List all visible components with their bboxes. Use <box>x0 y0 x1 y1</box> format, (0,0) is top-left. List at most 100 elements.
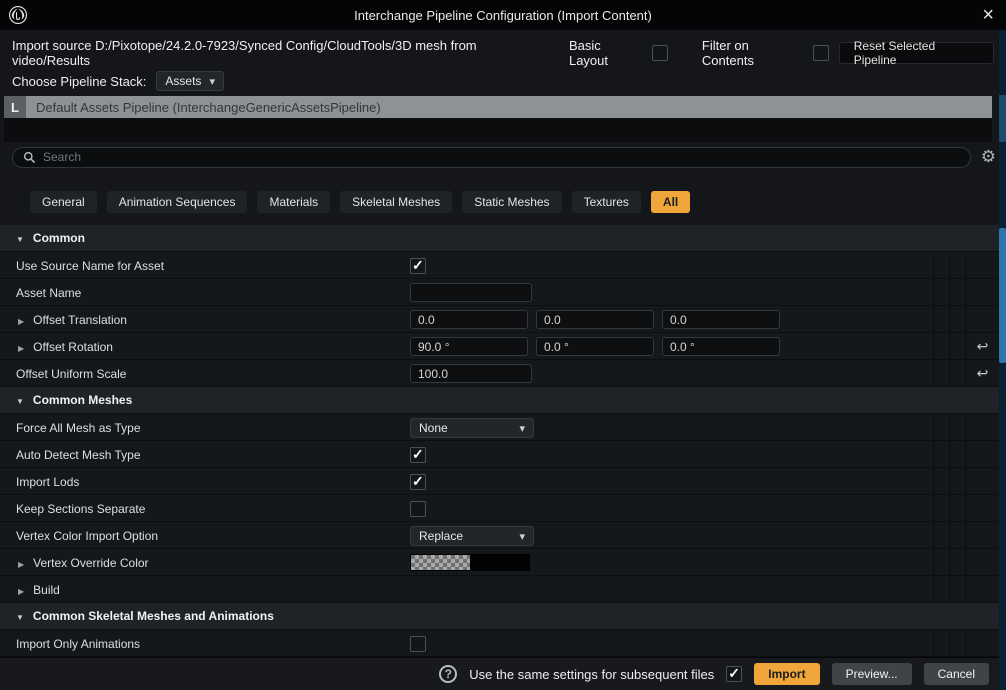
grid-divider <box>965 522 999 549</box>
property-label: Asset Name <box>0 286 398 300</box>
basic-layout-checkbox[interactable] <box>652 45 668 61</box>
vertex-color-import-dropdown[interactable]: Replace <box>410 526 534 546</box>
grid-divider <box>949 252 965 279</box>
grid-divider <box>965 279 999 306</box>
expand-caret-icon[interactable] <box>18 556 24 570</box>
offset-uniform-scale-input[interactable] <box>410 364 532 383</box>
pipeline-stack-dropdown[interactable]: Assets <box>156 71 224 91</box>
expand-caret-icon[interactable] <box>18 313 24 327</box>
close-icon[interactable]: × <box>982 2 994 28</box>
grid-divider <box>933 630 949 657</box>
property-label-text: Keep Sections Separate <box>16 502 145 516</box>
search-input[interactable] <box>43 150 960 164</box>
tab-materials[interactable]: Materials <box>257 191 330 213</box>
keep-sections-separate-checkbox[interactable] <box>410 501 426 517</box>
grid-divider <box>933 414 949 441</box>
force-all-mesh-dropdown[interactable]: None <box>410 418 534 438</box>
scrollbar[interactable] <box>999 30 1006 690</box>
footer-bar: Use the same settings for subsequent fil… <box>0 657 999 690</box>
help-icon[interactable] <box>439 665 457 683</box>
grid-divider <box>949 522 965 549</box>
section-header-common[interactable]: Common <box>0 225 999 252</box>
settings-gear-icon[interactable] <box>981 147 996 167</box>
property-label: Auto Detect Mesh Type <box>0 448 398 462</box>
grid-divider <box>965 495 999 522</box>
row-import-lods: Import Lods <box>0 468 999 495</box>
grid-divider <box>949 549 965 576</box>
grid-divider <box>933 522 949 549</box>
grid-divider <box>949 468 965 495</box>
import-lods-checkbox[interactable] <box>410 474 426 490</box>
offset-rotation-x-input[interactable] <box>410 337 528 356</box>
import-source-row: Import source D:/Pixotope/24.2.0-7923/Sy… <box>12 40 994 66</box>
property-label-text: Force All Mesh as Type <box>16 421 141 435</box>
offset-rotation-z-input[interactable] <box>662 337 780 356</box>
grid-divider <box>949 576 965 603</box>
reset-to-default-button[interactable] <box>965 333 999 360</box>
offset-translation-y-input[interactable] <box>536 310 654 329</box>
expand-caret-icon[interactable] <box>18 340 24 354</box>
property-label-text: Auto Detect Mesh Type <box>16 448 141 462</box>
category-tabs: General Animation Sequences Materials Sk… <box>30 191 690 213</box>
row-import-only-animations: Import Only Animations <box>0 630 999 657</box>
pipeline-item-label: Default Assets Pipeline (InterchangeGene… <box>36 100 381 115</box>
vertex-override-color-swatch[interactable] <box>410 554 530 571</box>
import-button[interactable]: Import <box>754 663 819 685</box>
property-label: Force All Mesh as Type <box>0 421 398 435</box>
reset-selected-pipeline-button[interactable]: Reset Selected Pipeline <box>839 42 994 64</box>
section-header-common-meshes[interactable]: Common Meshes <box>0 387 999 414</box>
import-only-animations-checkbox[interactable] <box>410 636 426 652</box>
chevron-down-icon <box>519 421 525 435</box>
grid-divider <box>933 495 949 522</box>
grid-divider <box>949 279 965 306</box>
row-keep-sections-separate: Keep Sections Separate <box>0 495 999 522</box>
filter-on-contents-checkbox[interactable] <box>813 45 829 61</box>
property-label-text: Vertex Color Import Option <box>16 529 158 543</box>
tab-static-meshes[interactable]: Static Meshes <box>462 191 561 213</box>
subsequent-files-checkbox[interactable] <box>726 666 742 682</box>
section-header-common-skeletal[interactable]: Common Skeletal Meshes and Animations <box>0 603 999 630</box>
grid-divider <box>949 495 965 522</box>
grid-divider <box>949 306 965 333</box>
property-label: Import Only Animations <box>0 637 398 651</box>
preview-button[interactable]: Preview... <box>832 663 912 685</box>
cancel-button[interactable]: Cancel <box>924 663 989 685</box>
expand-caret-icon[interactable] <box>18 583 24 597</box>
offset-translation-x-input[interactable] <box>410 310 528 329</box>
reset-to-default-button[interactable] <box>965 360 999 387</box>
grid-divider <box>965 306 999 333</box>
property-label: Keep Sections Separate <box>0 502 398 516</box>
grid-divider <box>933 252 949 279</box>
tab-general[interactable]: General <box>30 191 97 213</box>
grid-divider <box>965 252 999 279</box>
row-build: Build <box>0 576 999 603</box>
grid-divider <box>933 360 949 387</box>
color-alpha-checker <box>411 555 470 570</box>
auto-detect-mesh-type-checkbox[interactable] <box>410 447 426 463</box>
dropdown-value: Replace <box>419 529 463 543</box>
property-label: Vertex Override Color <box>0 556 398 570</box>
grid-divider <box>933 441 949 468</box>
tab-textures[interactable]: Textures <box>572 191 641 213</box>
chevron-down-icon <box>519 529 525 543</box>
search-box[interactable] <box>12 147 971 168</box>
property-label-text: Offset Rotation <box>33 340 113 354</box>
offset-translation-z-input[interactable] <box>662 310 780 329</box>
tab-all[interactable]: All <box>651 191 690 213</box>
basic-layout-label: Basic Layout <box>569 38 642 68</box>
tab-animation-sequences[interactable]: Animation Sequences <box>107 191 248 213</box>
scrollbar-thumb[interactable] <box>999 228 1006 363</box>
grid-divider <box>933 468 949 495</box>
asset-name-input[interactable] <box>410 283 532 302</box>
row-vertex-override-color: Vertex Override Color <box>0 549 999 576</box>
grid-divider <box>949 630 965 657</box>
use-source-name-checkbox[interactable] <box>410 258 426 274</box>
tab-skeletal-meshes[interactable]: Skeletal Meshes <box>340 191 452 213</box>
offset-rotation-y-input[interactable] <box>536 337 654 356</box>
pipeline-list-item-selected[interactable]: L Default Assets Pipeline (InterchangeGe… <box>4 96 992 118</box>
scrollbar-thumb[interactable] <box>999 95 1006 142</box>
subsequent-files-label: Use the same settings for subsequent fil… <box>469 667 714 682</box>
row-offset-translation: Offset Translation <box>0 306 999 333</box>
property-label-text: Build <box>33 583 60 597</box>
grid-divider <box>965 576 999 603</box>
